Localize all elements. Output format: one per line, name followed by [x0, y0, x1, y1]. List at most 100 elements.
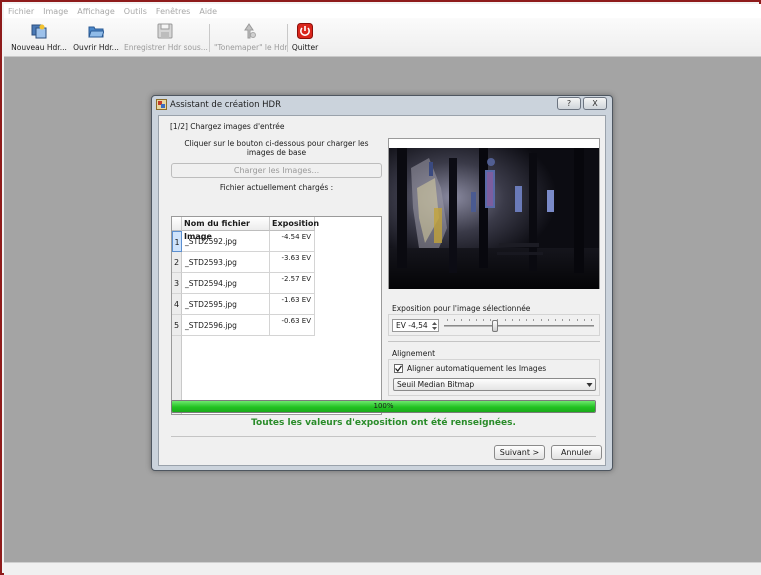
file-name-cell[interactable]: _STD2596.jpg — [182, 315, 270, 336]
new-hdr-icon — [31, 24, 47, 39]
instruction-text: Cliquer sur le bouton ci-dessous pour ch… — [184, 139, 369, 157]
alignment-group-label: Alignement — [392, 349, 436, 358]
close-button[interactable]: X — [583, 97, 607, 110]
new-hdr-label: Nouveau Hdr... — [11, 43, 67, 52]
slider-tick — [469, 319, 470, 321]
row-number: 2 — [172, 252, 182, 273]
group-separator — [388, 341, 600, 342]
menu-fichier[interactable]: Fichier — [8, 7, 34, 16]
slider-tick — [584, 319, 585, 321]
slider-tick — [490, 319, 491, 321]
power-icon — [297, 23, 313, 39]
save-disk-icon — [157, 23, 173, 39]
open-folder-icon — [88, 26, 104, 38]
quit-button[interactable]: Quitter — [291, 21, 319, 55]
dialog-titlebar[interactable]: Assistant de création HDR ? X — [152, 96, 612, 114]
slider-tick — [533, 319, 534, 321]
slider-tick — [461, 319, 462, 321]
ev-value: EV -4,54 — [396, 321, 428, 330]
slider-tick — [447, 319, 448, 321]
checkmark-icon — [395, 365, 402, 372]
status-message: Toutes les valeurs d'exposition ont été … — [251, 418, 516, 428]
chevron-down-icon — [586, 383, 593, 387]
file-name-cell[interactable]: _STD2595.jpg — [182, 294, 270, 315]
table-row[interactable]: 2 _STD2593.jpg -3.63 EV — [172, 252, 381, 273]
quit-label: Quitter — [291, 43, 319, 52]
menu-fenetres[interactable]: Fenêtres — [156, 7, 190, 16]
exposure-slider[interactable] — [444, 319, 594, 333]
slider-tick — [512, 319, 513, 321]
exposure-cell[interactable]: -3.63 EV — [270, 252, 315, 273]
load-images-button[interactable]: Charger les Images... — [171, 163, 382, 178]
exposure-group: EV -4,54 — [388, 314, 600, 336]
exposure-cell[interactable]: -4.54 EV — [270, 231, 315, 252]
table-row[interactable]: 1 _STD2592.jpg -4.54 EV — [172, 231, 381, 252]
slider-tick — [505, 319, 506, 321]
slider-tick — [541, 319, 542, 321]
slider-tick — [454, 319, 455, 321]
spin-arrows-icon[interactable] — [431, 321, 438, 331]
menu-outils[interactable]: Outils — [124, 7, 147, 16]
row-number: 3 — [172, 273, 182, 294]
app-window: Fichier Image Affichage Outils Fenêtres … — [0, 0, 761, 575]
footer-separator — [171, 436, 596, 437]
progress-text: 100% — [373, 402, 394, 410]
ev-spinbox[interactable]: EV -4,54 — [392, 319, 439, 332]
progress-bar: 100% — [171, 400, 596, 413]
menu-affichage[interactable]: Affichage — [77, 7, 115, 16]
slider-tick — [476, 319, 477, 321]
alignment-group: Aligner automatiquement les Images Seuil… — [388, 359, 600, 396]
table-row[interactable]: 3 _STD2594.jpg -2.57 EV — [172, 273, 381, 294]
slider-tick — [569, 319, 570, 321]
toolbar-separator — [287, 24, 288, 52]
menu-aide[interactable]: Aide — [199, 7, 217, 16]
cancel-button[interactable]: Annuler — [551, 445, 602, 460]
column-header-name[interactable]: Nom du fichier Image — [182, 217, 270, 241]
next-button[interactable]: Suivant > — [494, 445, 545, 460]
open-hdr-button[interactable]: Ouvrir Hdr... — [72, 21, 120, 55]
align-checkbox-label[interactable]: Aligner automatiquement les Images — [407, 364, 546, 373]
table-row[interactable]: 5 _STD2596.jpg -0.63 EV — [172, 315, 381, 336]
new-hdr-button[interactable]: Nouveau Hdr... — [10, 21, 68, 55]
open-hdr-label: Ouvrir Hdr... — [73, 43, 119, 52]
slider-handle[interactable] — [492, 320, 498, 332]
hdr-wizard-dialog: Assistant de création HDR ? X [1/2] Char… — [151, 95, 613, 471]
save-hdr-as-label: Enregistrer Hdr sous... — [124, 43, 208, 52]
app-icon — [156, 99, 167, 110]
menu-image[interactable]: Image — [43, 7, 68, 16]
slider-tick — [591, 319, 592, 321]
exposure-cell[interactable]: -2.57 EV — [270, 273, 315, 294]
slider-tick — [548, 319, 549, 321]
column-header-exposure[interactable]: Exposition — [270, 217, 319, 231]
toolbar: Nouveau Hdr... Ouvrir Hdr... Enregistrer… — [4, 18, 761, 57]
table-row[interactable]: 4 _STD2595.jpg -1.63 EV — [172, 294, 381, 315]
slider-tick — [562, 319, 563, 321]
step-label: [1/2] Chargez images d'entrée — [170, 122, 285, 131]
align-method-select[interactable]: Seuil Median Bitmap — [393, 378, 596, 391]
tonemap-hdr-label: "Tonemaper" le Hdr — [214, 43, 288, 52]
file-name-cell[interactable]: _STD2593.jpg — [182, 252, 270, 273]
slider-tick — [526, 319, 527, 321]
save-hdr-as-button[interactable]: Enregistrer Hdr sous... — [124, 21, 208, 55]
cathedral-preview-image — [389, 148, 599, 289]
exposure-group-label: Exposition pour l'image sélectionnée — [392, 304, 531, 313]
file-name-cell[interactable]: _STD2594.jpg — [182, 273, 270, 294]
slider-tick — [577, 319, 578, 321]
slider-tick — [519, 319, 520, 321]
align-checkbox[interactable] — [394, 364, 403, 373]
slider-tick — [555, 319, 556, 321]
image-file-table[interactable]: Nom du fichier Image Exposition 1 _STD25… — [171, 216, 382, 415]
row-number: 4 — [172, 294, 182, 315]
exposure-cell[interactable]: -1.63 EV — [270, 294, 315, 315]
row-number: 5 — [172, 315, 182, 336]
menu-bar: Fichier Image Affichage Outils Fenêtres … — [4, 4, 761, 18]
row-header-corner — [172, 217, 182, 231]
file-name-cell[interactable]: _STD2592.jpg — [182, 231, 270, 252]
help-button[interactable]: ? — [557, 97, 581, 110]
slider-groove — [444, 325, 594, 327]
align-method-value: Seuil Median Bitmap — [397, 380, 475, 389]
dialog-title: Assistant de création HDR — [170, 100, 281, 110]
exposure-cell[interactable]: -0.63 EV — [270, 315, 315, 336]
tonemap-hdr-button[interactable]: "Tonemaper" le Hdr — [214, 21, 288, 55]
tonemap-icon — [244, 23, 256, 39]
